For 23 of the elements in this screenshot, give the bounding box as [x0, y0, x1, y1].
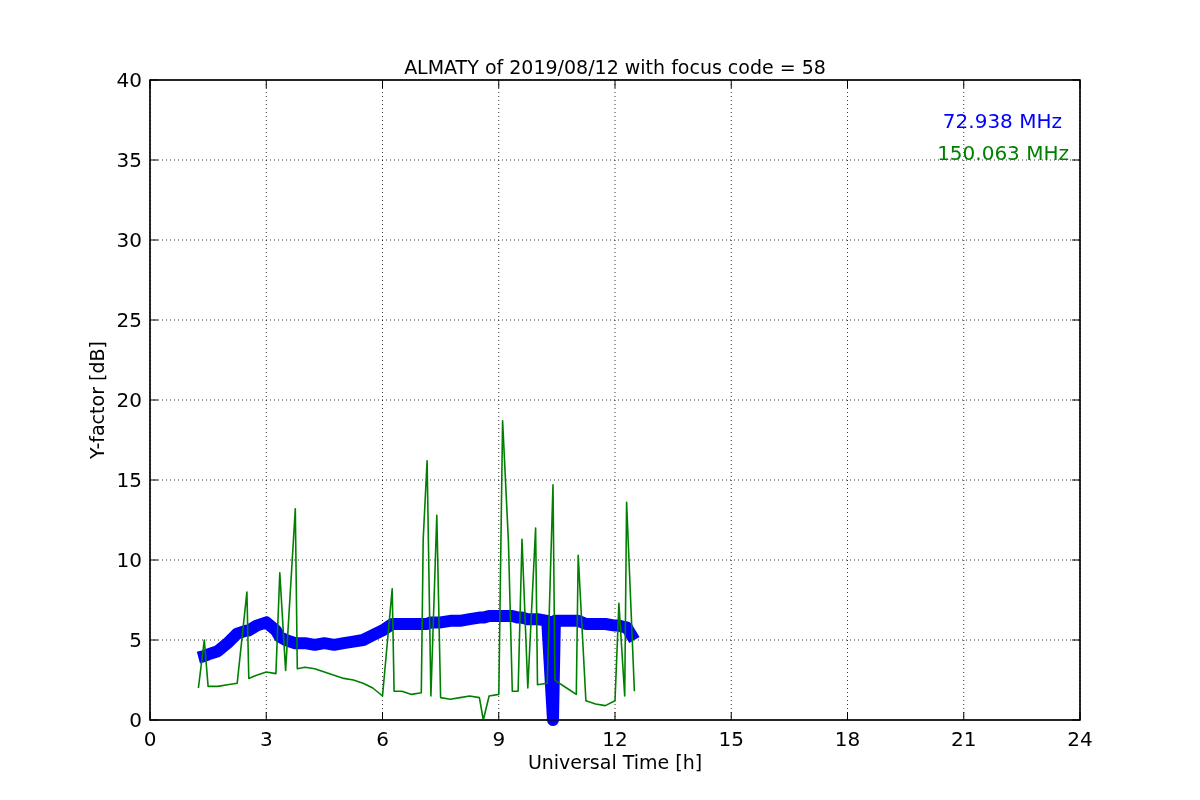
x-tick-label: 15 [718, 727, 744, 751]
y-tick-label: 0 [129, 708, 142, 732]
y-axis-label: Y-factor [dB] [86, 341, 108, 459]
x-tick-label: 3 [259, 727, 273, 751]
y-tick-label: 20 [116, 388, 142, 412]
y-tick-label: 25 [116, 308, 142, 332]
x-tick-label: 0 [143, 727, 157, 751]
y-tick-label: 15 [116, 468, 142, 492]
chart-title: ALMATY of 2019/08/12 with focus code = 58 [404, 56, 826, 78]
y-tick-label: 40 [116, 68, 142, 92]
x-tick-label: 12 [602, 727, 628, 751]
x-tick-label: 21 [951, 727, 977, 751]
x-tick-label: 6 [376, 727, 389, 751]
x-tick-label: 18 [834, 727, 861, 751]
y-tick-label: 35 [116, 148, 142, 172]
legend-label: 72.938 MHz [942, 109, 1062, 133]
x-tick-label: 9 [492, 727, 506, 751]
y-tick-label: 5 [129, 628, 142, 652]
y-tick-label: 30 [116, 228, 142, 252]
legend-label: 150.063 MHz [937, 141, 1069, 165]
y-tick-label: 10 [116, 548, 142, 572]
x-axis-label: Universal Time [h] [527, 751, 703, 773]
x-tick-label: 24 [1067, 727, 1093, 751]
